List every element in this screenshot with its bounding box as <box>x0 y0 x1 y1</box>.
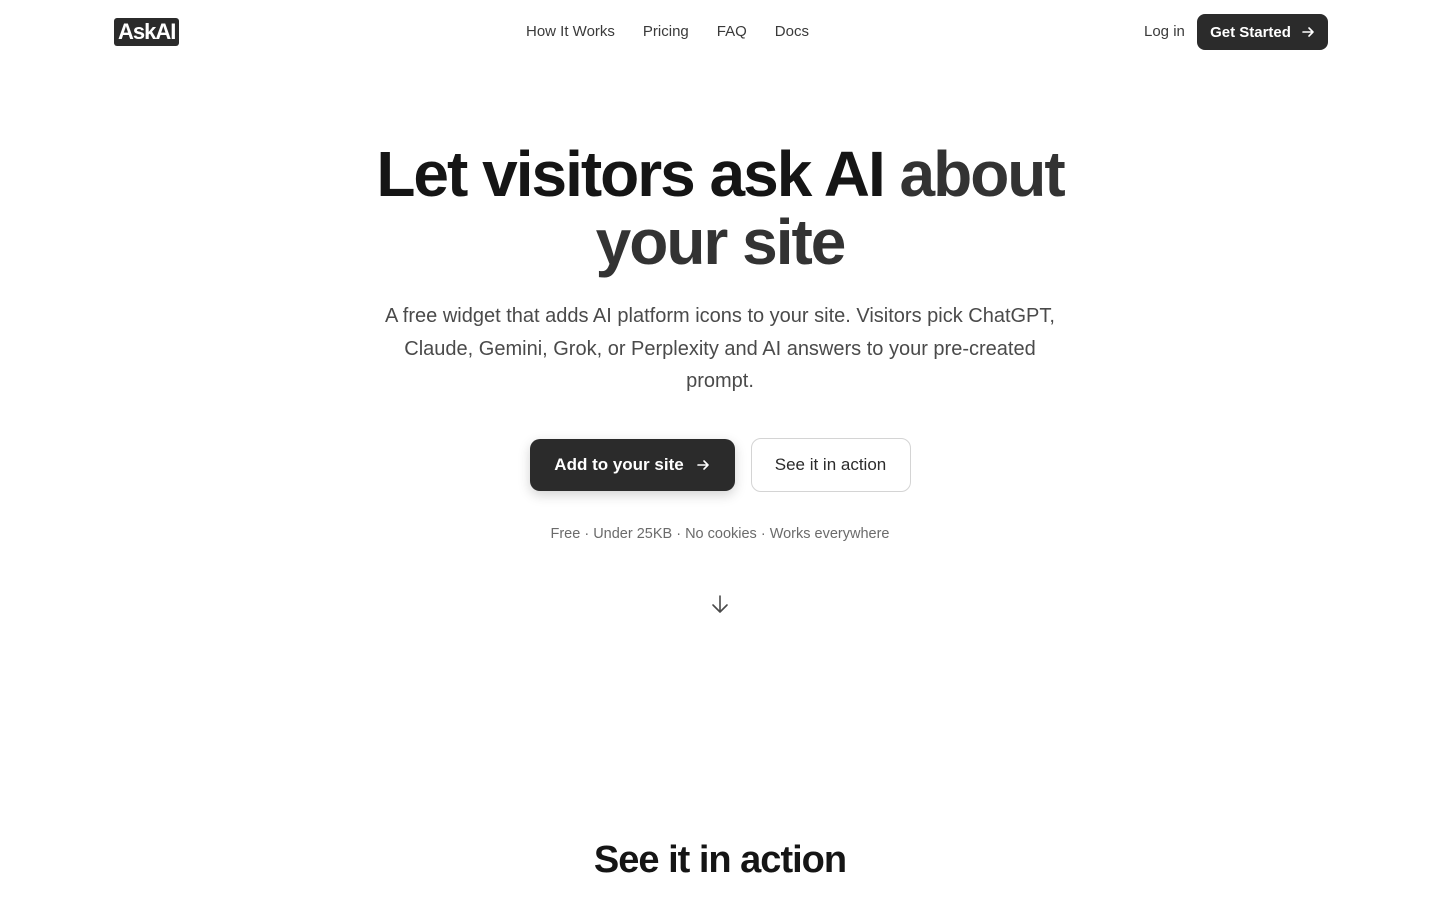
hero-title: Let visitors ask AI about your site <box>320 140 1120 276</box>
arrow-down-icon[interactable] <box>708 592 732 616</box>
hero-subtitle: A free widget that adds AI platform icon… <box>385 305 1055 392</box>
login-link[interactable]: Log in <box>1144 22 1185 42</box>
section-title: See it in action <box>593 839 847 881</box>
get-started-button[interactable]: Get Started <box>1197 14 1328 50</box>
arrow-right-icon <box>696 460 709 470</box>
hero-title-main: Let visitors ask AI <box>376 138 900 210</box>
cta-row: Add to your site See it in action <box>0 438 1440 492</box>
arrow-right-icon <box>1302 27 1314 37</box>
see-in-action-button[interactable]: See it in action <box>750 438 911 492</box>
add-to-site-label: Add to your site <box>554 455 684 474</box>
nav-faq[interactable]: FAQ <box>717 22 747 42</box>
logo[interactable]: AskAI <box>114 18 180 46</box>
site-header: AskAI How It Works Pricing FAQ Docs Log … <box>0 0 1440 64</box>
nav-docs[interactable]: Docs <box>775 22 809 42</box>
nav-how-it-works[interactable]: How It Works <box>526 22 615 42</box>
main-nav: How It Works Pricing FAQ Docs <box>526 22 809 42</box>
get-started-label: Get Started <box>1210 23 1291 41</box>
page: AskAI How It Works Pricing FAQ Docs Log … <box>0 0 1440 900</box>
see-in-action-label: See it in action <box>774 455 887 474</box>
features-line: Free · Under 25KB · No cookies · Works e… <box>550 526 890 542</box>
add-to-site-button[interactable]: Add to your site <box>529 439 735 491</box>
nav-pricing[interactable]: Pricing <box>643 22 689 42</box>
